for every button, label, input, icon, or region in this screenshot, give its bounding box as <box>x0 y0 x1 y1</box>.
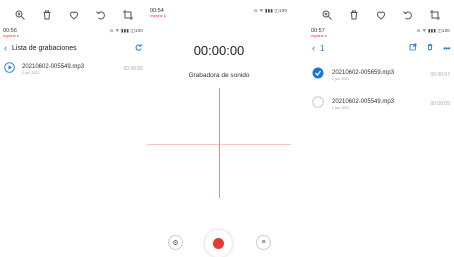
selection-header: ‹ 1 ••• <box>308 40 454 56</box>
recordings-list-button[interactable]: ≡ <box>256 235 271 250</box>
recording-indicator: registrar ● <box>311 34 327 38</box>
rotate-icon[interactable] <box>397 6 419 24</box>
playhead-line <box>219 88 220 198</box>
status-bar: 00:56 registrar ● ⊙ ᯤ ▮▮▮ ◫100 <box>0 26 147 40</box>
record-button[interactable] <box>205 230 232 257</box>
recording-date: 2 jun. 2021 <box>22 70 40 75</box>
status-icons: ⊙ ᯤ ▮▮▮ ◫100 <box>253 8 287 13</box>
waveform-area <box>147 88 291 198</box>
refresh-icon[interactable] <box>134 43 143 54</box>
back-arrow-icon[interactable]: ‹ <box>312 43 315 53</box>
recording-indicator: registrar ● <box>3 34 19 38</box>
status-bar: 00:57 registrar ● ⊙ ᯤ ▮▮▮ ◫100 <box>308 26 454 40</box>
list-header: ‹ Lista de grabaciones <box>0 40 147 56</box>
checkbox-unchecked-icon[interactable] <box>312 95 324 113</box>
list-item[interactable]: 20210602-005549.mp3 2 jun. 2021 00:00:05 <box>308 91 454 117</box>
recording-name: 20210602-005549.mp3 <box>332 98 395 105</box>
page-title: Lista de grabaciones <box>12 44 77 52</box>
recording-date: 2 jun. 2021 <box>332 105 350 110</box>
gear-icon: ⚙ <box>172 239 179 247</box>
recording-name: 20210602-005659.mp3 <box>332 69 395 76</box>
recording-indicator: registrar ● <box>150 14 166 18</box>
zoom-in-icon[interactable] <box>316 6 338 24</box>
status-icons: ⊙ ᯤ ▮▮▮ ◫100 <box>416 28 450 33</box>
status-icons: ⊙ ᯤ ▮▮▮ ◫100 <box>109 28 143 33</box>
image-viewer-toolbar-right <box>308 6 454 24</box>
list-item[interactable]: 20210602-005549.mp3 2 jun. 2021 00:00:05 <box>0 58 147 80</box>
more-options-icon[interactable]: ••• <box>443 44 450 53</box>
recording-duration: 00:00:05 <box>430 101 450 107</box>
recording-date: 2 jun. 2021 <box>332 76 350 81</box>
image-viewer-toolbar-left <box>0 6 147 24</box>
trash-icon[interactable] <box>36 6 58 24</box>
status-bar: 00:54 registrar ● ⊙ ᯤ ▮▮▮ ◫100 <box>147 6 291 20</box>
delete-icon[interactable] <box>426 43 434 53</box>
zoom-in-icon[interactable] <box>9 6 31 24</box>
recording-duration: 00:00:07 <box>430 72 450 78</box>
trash-icon[interactable] <box>343 6 365 24</box>
heart-icon[interactable] <box>63 6 85 24</box>
settings-button[interactable]: ⚙ <box>168 235 183 250</box>
recording-name: 20210602-005549.mp3 <box>22 63 85 70</box>
rotate-icon[interactable] <box>90 6 112 24</box>
back-arrow-icon[interactable]: ‹ <box>4 43 7 53</box>
heart-icon[interactable] <box>370 6 392 24</box>
record-icon <box>213 238 224 249</box>
recordings-list-screen: 00:56 registrar ● ⊙ ᯤ ▮▮▮ ◫100 ‹ Lista d… <box>0 26 147 106</box>
checkbox-checked-icon[interactable] <box>312 66 324 84</box>
crop-icon[interactable] <box>424 6 446 24</box>
selected-count: 1 <box>320 43 325 53</box>
recorder-title: Grabadora de sonido <box>188 72 250 79</box>
selection-mode-screen: 00:57 registrar ● ⊙ ᯤ ▮▮▮ ◫100 ‹ 1 ••• 2… <box>308 26 454 146</box>
play-icon[interactable] <box>4 60 15 78</box>
recording-timer: 00:00:00 <box>193 43 245 58</box>
sound-recorder-screen: 00:54 registrar ● ⊙ ᯤ ▮▮▮ ◫100 00:00:00 … <box>147 6 291 257</box>
recording-duration: 00:00:05 <box>123 66 143 72</box>
crop-icon[interactable] <box>117 6 139 24</box>
list-icon: ≡ <box>261 239 266 246</box>
list-item[interactable]: 20210602-005659.mp3 2 jun. 2021 00:00:07 <box>308 62 454 88</box>
share-icon[interactable] <box>409 43 417 53</box>
